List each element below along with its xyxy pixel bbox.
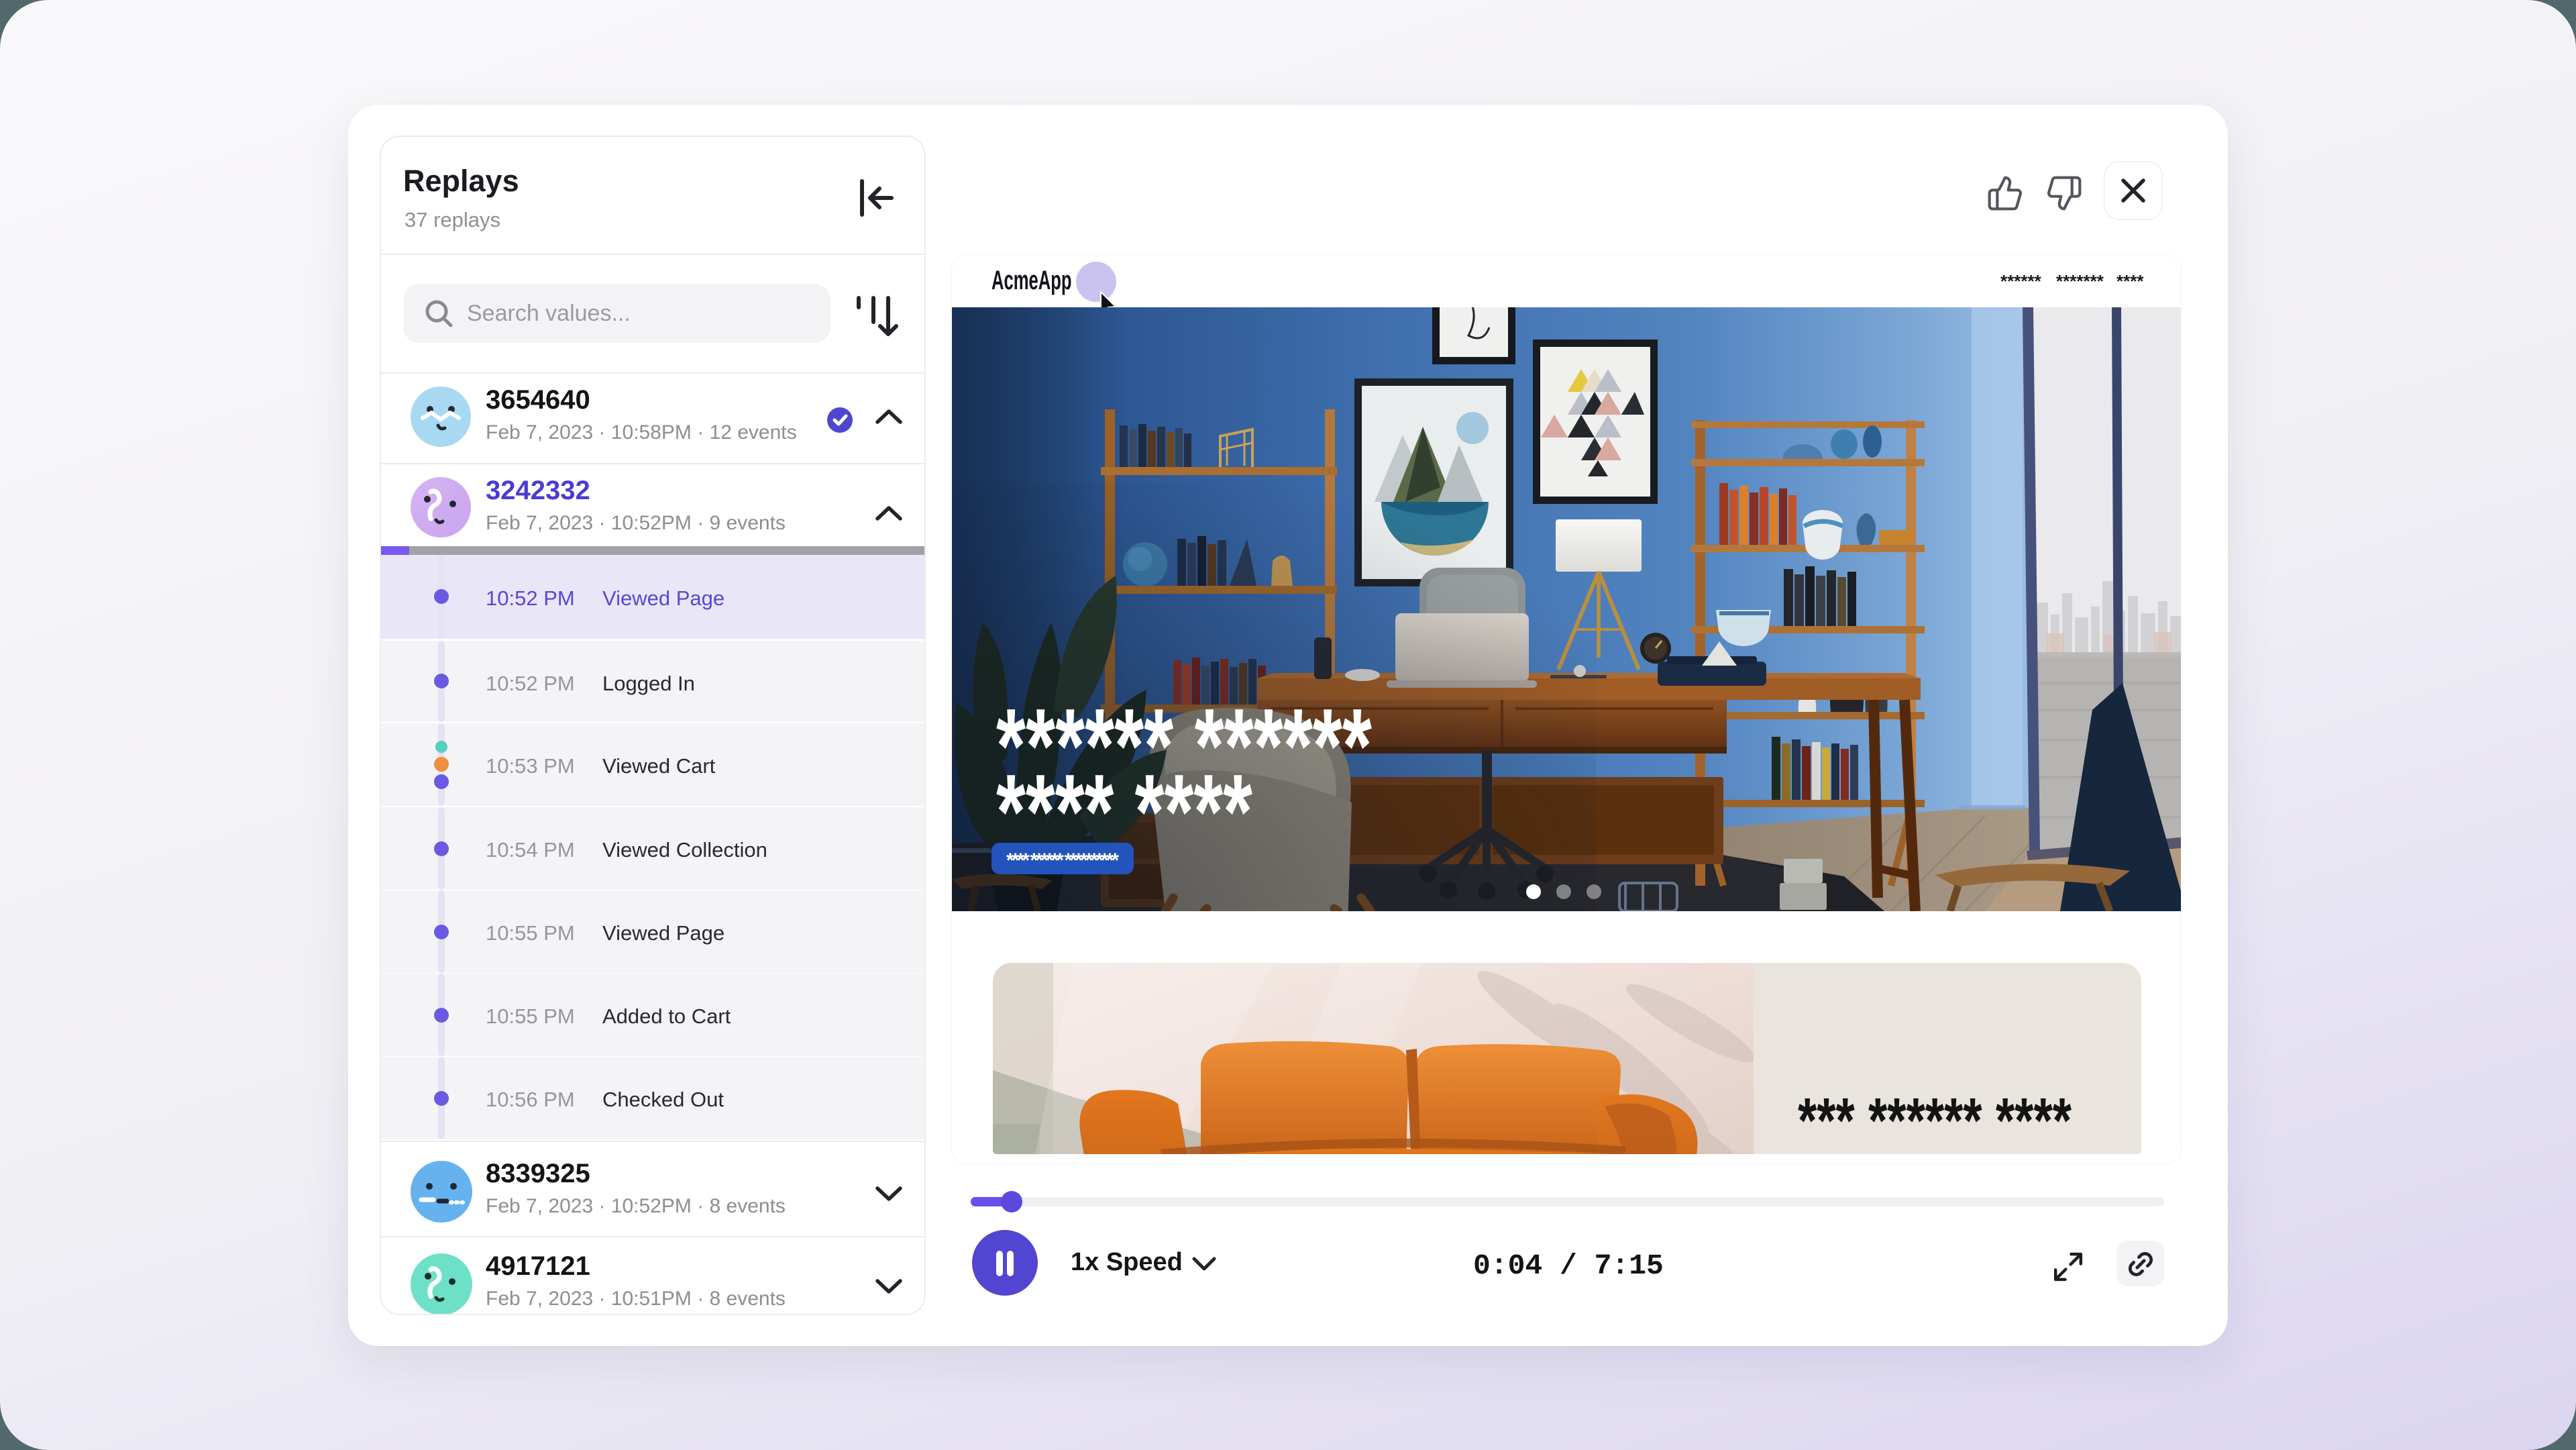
svg-text:*** ****** ****: *** ****** **** (1798, 1085, 2072, 1154)
svg-text:**** ****** **********: **** ****** ********** (1006, 849, 1119, 872)
